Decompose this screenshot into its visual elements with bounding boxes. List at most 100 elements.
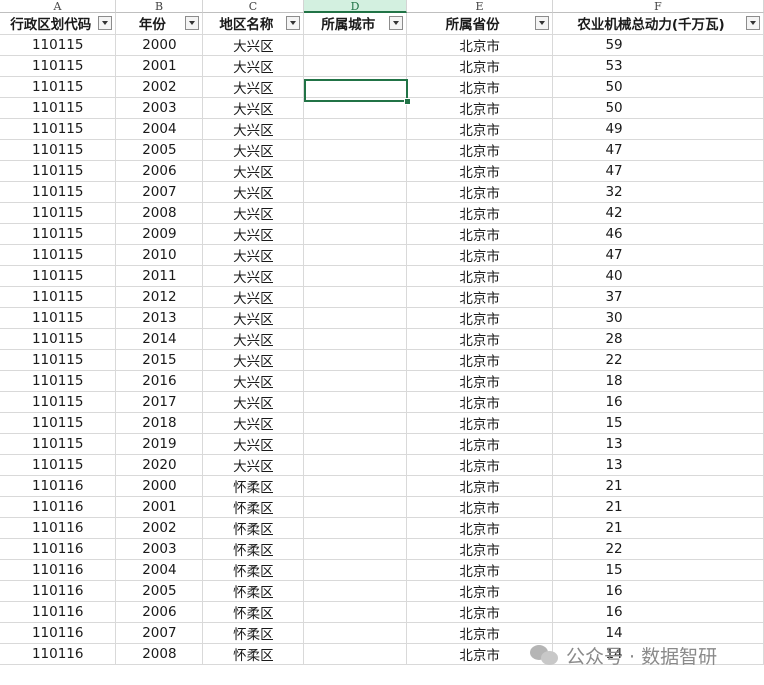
cell-power[interactable]: 50	[552, 97, 764, 119]
cell-power[interactable]: 53	[552, 55, 764, 77]
cell-year[interactable]: 2007	[115, 622, 204, 644]
cell-province[interactable]: 北京市	[406, 412, 554, 434]
cell-power[interactable]: 18	[552, 370, 764, 392]
header-cell-power[interactable]: 农业机械总动力(千万瓦)	[552, 13, 764, 35]
cell-code[interactable]: 110115	[0, 244, 117, 266]
cell-code[interactable]: 110115	[0, 349, 117, 371]
cell-year[interactable]: 2010	[115, 244, 204, 266]
cell-province[interactable]: 北京市	[406, 181, 554, 203]
cell-code[interactable]: 110116	[0, 580, 117, 602]
cell-city[interactable]	[303, 475, 408, 497]
cell-province[interactable]: 北京市	[406, 97, 554, 119]
cell-region[interactable]: 怀柔区	[202, 517, 305, 539]
filter-dropdown-icon[interactable]	[535, 16, 550, 30]
cell-city[interactable]	[303, 601, 408, 623]
active-cell-border[interactable]	[304, 79, 408, 102]
cell-power[interactable]: 15	[552, 559, 764, 581]
cell-power[interactable]: 21	[552, 475, 764, 497]
cell-city[interactable]	[303, 118, 408, 140]
header-cell-code[interactable]: 行政区划代码	[0, 13, 117, 35]
cell-code[interactable]: 110115	[0, 391, 117, 413]
cell-region[interactable]: 大兴区	[202, 307, 305, 329]
cell-province[interactable]: 北京市	[406, 370, 554, 392]
column-header-a[interactable]: A	[0, 0, 116, 13]
cell-power[interactable]: 49	[552, 118, 764, 140]
cell-power[interactable]: 30	[552, 307, 764, 329]
cell-code[interactable]: 110115	[0, 454, 117, 476]
cell-year[interactable]: 2014	[115, 328, 204, 350]
cell-city[interactable]	[303, 391, 408, 413]
cell-province[interactable]: 北京市	[406, 349, 554, 371]
cell-code[interactable]: 110116	[0, 496, 117, 518]
cell-power[interactable]: 37	[552, 286, 764, 308]
cell-city[interactable]	[303, 349, 408, 371]
cell-code[interactable]: 110115	[0, 370, 117, 392]
cell-region[interactable]: 大兴区	[202, 391, 305, 413]
cell-province[interactable]: 北京市	[406, 601, 554, 623]
header-cell-city[interactable]: 所属城市	[303, 13, 408, 35]
cell-city[interactable]	[303, 412, 408, 434]
cell-city[interactable]	[303, 517, 408, 539]
cell-power[interactable]: 47	[552, 139, 764, 161]
cell-year[interactable]: 2002	[115, 76, 204, 98]
cell-code[interactable]: 110115	[0, 328, 117, 350]
cell-province[interactable]: 北京市	[406, 496, 554, 518]
column-header-f[interactable]: F	[553, 0, 764, 13]
cell-year[interactable]: 2012	[115, 286, 204, 308]
cell-year[interactable]: 2008	[115, 643, 204, 665]
cell-year[interactable]: 2020	[115, 454, 204, 476]
cell-year[interactable]: 2003	[115, 538, 204, 560]
cell-year[interactable]: 2001	[115, 55, 204, 77]
cell-region[interactable]: 怀柔区	[202, 538, 305, 560]
filter-dropdown-icon[interactable]	[286, 16, 301, 30]
cell-year[interactable]: 2006	[115, 160, 204, 182]
cell-city[interactable]	[303, 34, 408, 56]
cell-power[interactable]: 22	[552, 349, 764, 371]
cell-city[interactable]	[303, 370, 408, 392]
header-cell-region[interactable]: 地区名称	[202, 13, 305, 35]
cell-region[interactable]: 怀柔区	[202, 559, 305, 581]
cell-region[interactable]: 大兴区	[202, 349, 305, 371]
cell-year[interactable]: 2008	[115, 202, 204, 224]
cell-year[interactable]: 2019	[115, 433, 204, 455]
cell-power[interactable]: 16	[552, 601, 764, 623]
cell-region[interactable]: 怀柔区	[202, 622, 305, 644]
cell-province[interactable]: 北京市	[406, 328, 554, 350]
cell-code[interactable]: 110116	[0, 517, 117, 539]
cell-city[interactable]	[303, 223, 408, 245]
cell-code[interactable]: 110115	[0, 55, 117, 77]
cell-code[interactable]: 110115	[0, 160, 117, 182]
cell-power[interactable]: 21	[552, 517, 764, 539]
cell-power[interactable]: 22	[552, 538, 764, 560]
cell-city[interactable]	[303, 580, 408, 602]
cell-region[interactable]: 大兴区	[202, 34, 305, 56]
cell-city[interactable]	[303, 538, 408, 560]
cell-year[interactable]: 2003	[115, 97, 204, 119]
cell-year[interactable]: 2016	[115, 370, 204, 392]
cell-region[interactable]: 怀柔区	[202, 475, 305, 497]
cell-code[interactable]: 110116	[0, 622, 117, 644]
cell-city[interactable]	[303, 139, 408, 161]
column-header-b[interactable]: B	[116, 0, 203, 13]
cell-region[interactable]: 大兴区	[202, 202, 305, 224]
cell-province[interactable]: 北京市	[406, 118, 554, 140]
cell-province[interactable]: 北京市	[406, 34, 554, 56]
cell-year[interactable]: 2005	[115, 580, 204, 602]
column-header-d[interactable]: D	[304, 0, 407, 13]
cell-year[interactable]: 2018	[115, 412, 204, 434]
cell-region[interactable]: 大兴区	[202, 412, 305, 434]
cell-code[interactable]: 110116	[0, 643, 117, 665]
cell-region[interactable]: 大兴区	[202, 265, 305, 287]
cell-city[interactable]	[303, 433, 408, 455]
cell-province[interactable]: 北京市	[406, 202, 554, 224]
cell-year[interactable]: 2007	[115, 181, 204, 203]
cell-power[interactable]: 59	[552, 34, 764, 56]
cell-region[interactable]: 大兴区	[202, 118, 305, 140]
column-header-c[interactable]: C	[203, 0, 304, 13]
cell-year[interactable]: 2004	[115, 118, 204, 140]
cell-province[interactable]: 北京市	[406, 76, 554, 98]
cell-code[interactable]: 110115	[0, 118, 117, 140]
filter-dropdown-icon[interactable]	[389, 16, 404, 30]
cell-province[interactable]: 北京市	[406, 223, 554, 245]
filter-dropdown-icon[interactable]	[98, 16, 113, 30]
